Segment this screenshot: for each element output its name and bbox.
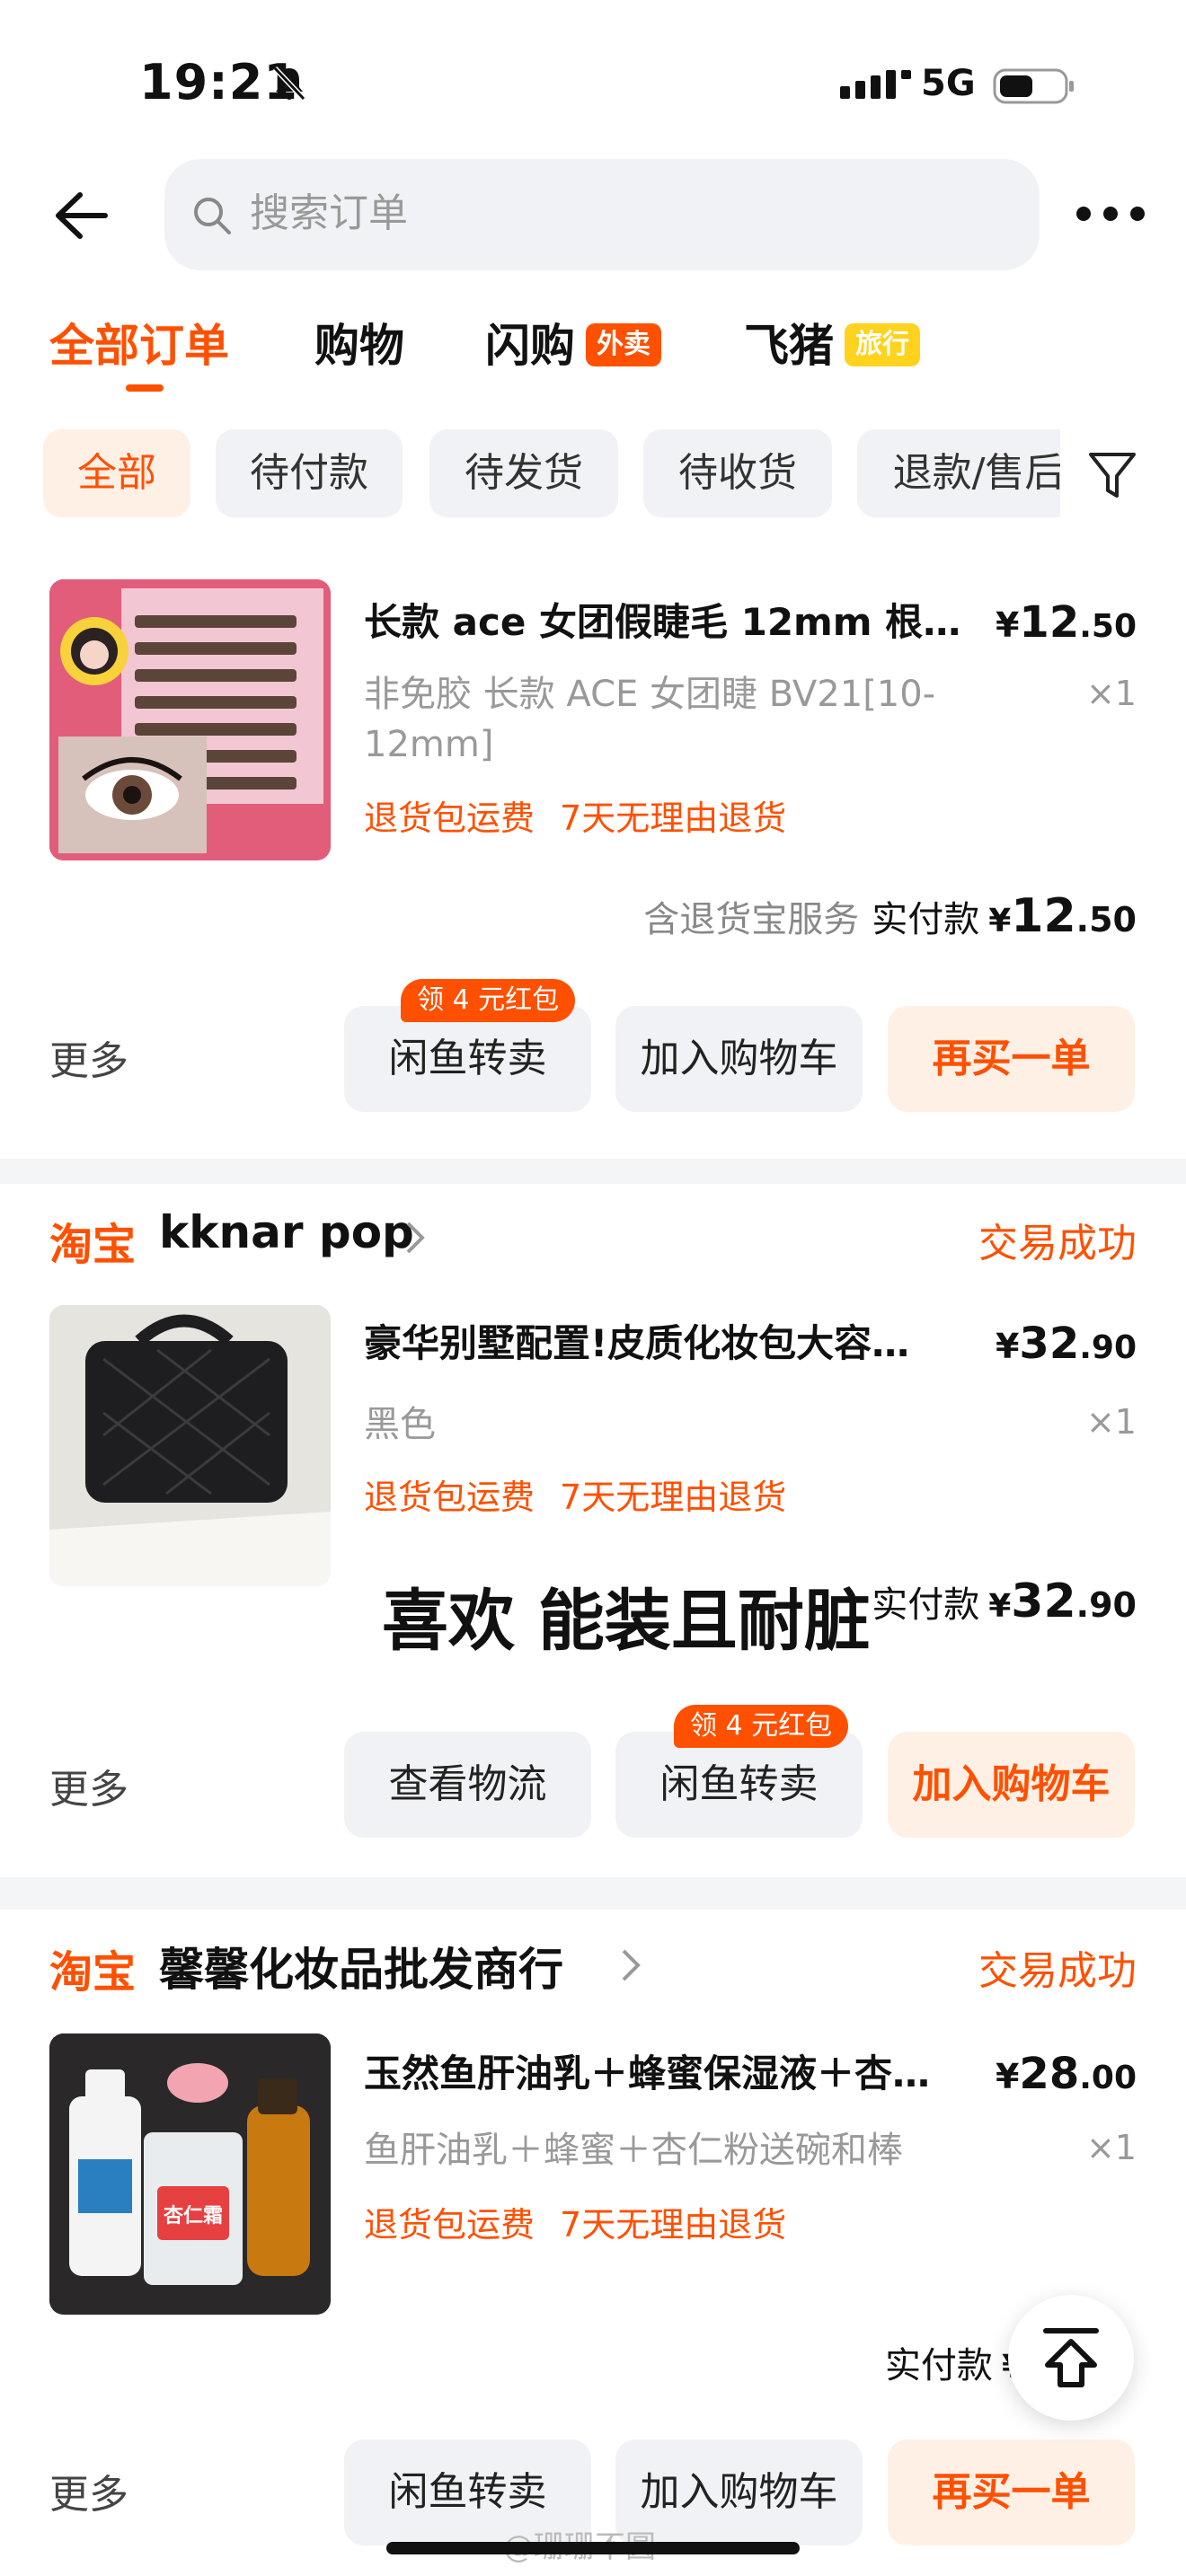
product-price: ¥12.50 bbox=[995, 597, 1137, 648]
network-type: 5G bbox=[921, 63, 976, 104]
buy-again-button[interactable]: 再买一单 bbox=[888, 1006, 1135, 1112]
chevron-right-icon bbox=[622, 1949, 641, 1981]
promo-free-return-shipping: 退货包运费 bbox=[364, 798, 535, 838]
tab-flash-buy-badge: 外卖 bbox=[586, 323, 661, 366]
order-card: 淘宝 kknar pop 交易成功 豪华别墅配置!皮质化妆包大容… ¥32.90… bbox=[0, 1184, 1186, 1877]
product-title[interactable]: 长款 ace 女团假睫毛 12mm 根根… bbox=[364, 597, 993, 648]
order-status: 交易成功 bbox=[978, 1221, 1137, 1266]
filter-all[interactable]: 全部 bbox=[43, 429, 190, 517]
promo-tags: 退货包运费 7天无理由退货 bbox=[364, 790, 786, 840]
order-card: 长款 ace 女团假睫毛 12mm 根根… ¥12.50 非免胶 长款 ACE … bbox=[0, 530, 1186, 1159]
more-link[interactable]: 更多 bbox=[49, 1028, 128, 1086]
more-link[interactable]: 更多 bbox=[49, 1757, 128, 1814]
filter-funnel-icon[interactable] bbox=[1087, 449, 1137, 503]
buy-again-button[interactable]: 再买一单 bbox=[888, 2439, 1135, 2545]
product-price: ¥28.00 bbox=[995, 2049, 1137, 2099]
search-placeholder: 搜索订单 bbox=[250, 190, 408, 236]
product-quantity: ×1 bbox=[1085, 674, 1137, 713]
promo-7day-return: 7天无理由退货 bbox=[560, 798, 787, 838]
back-arrow-icon[interactable] bbox=[49, 184, 112, 247]
paid-amount: 含退货宝服务 实付款 ¥12.50 bbox=[643, 889, 1137, 943]
tab-fliggy[interactable]: 飞猪 bbox=[744, 314, 834, 377]
paid-amount: 实付款 ¥32.90 bbox=[872, 1575, 1137, 1628]
add-to-cart-button[interactable]: 加入购物车 bbox=[615, 1006, 863, 1112]
promo-tags: 退货包运费 7天无理由退货 bbox=[364, 2197, 786, 2246]
filter-pending-shipment[interactable]: 待发货 bbox=[429, 429, 618, 517]
promo-free-return-shipping: 退货包运费 bbox=[364, 1478, 535, 1517]
tab-shopping[interactable]: 购物 bbox=[314, 314, 404, 377]
eyelash-product-image bbox=[49, 579, 331, 860]
taobao-logo: 淘宝 bbox=[49, 1220, 137, 1270]
tab-flash-buy[interactable]: 闪购 bbox=[485, 314, 575, 377]
promo-tags: 退货包运费 7天无理由退货 bbox=[364, 1469, 786, 1519]
bell-muted-icon bbox=[272, 66, 306, 101]
product-price: ¥32.90 bbox=[995, 1319, 1137, 1369]
filter-pending-receipt[interactable]: 待收货 bbox=[643, 429, 832, 517]
back-to-top-button[interactable] bbox=[1008, 2295, 1134, 2421]
more-options-icon[interactable] bbox=[1075, 202, 1146, 225]
signal-icon bbox=[840, 70, 911, 99]
shop-name[interactable]: 馨馨化妆品批发商行 bbox=[159, 1934, 563, 1998]
home-indicator bbox=[386, 2542, 800, 2554]
more-link[interactable]: 更多 bbox=[49, 2462, 128, 2519]
shop-name[interactable]: kknar pop bbox=[159, 1206, 414, 1258]
promo-7day-return: 7天无理由退货 bbox=[560, 2205, 787, 2245]
product-image[interactable] bbox=[49, 579, 331, 860]
product-title[interactable]: 玉然鱼肝油乳＋蜂蜜保湿液＋杏… bbox=[364, 2049, 993, 2099]
overlay-comment: 喜欢 能装且耐脏 bbox=[382, 1583, 871, 1660]
battery-icon bbox=[993, 68, 1074, 104]
back-to-top-icon bbox=[1043, 2328, 1099, 2387]
taobao-logo: 淘宝 bbox=[49, 1947, 137, 1998]
search-icon bbox=[194, 198, 231, 234]
product-spec: 黑色 bbox=[364, 1404, 436, 1445]
product-title[interactable]: 豪华别墅配置!皮质化妆包大容… bbox=[364, 1319, 993, 1369]
coupon-badge: 领 4 元红包 bbox=[674, 1705, 849, 1748]
paid-amount: 实付款¥ bbox=[884, 2345, 1024, 2386]
product-image[interactable]: 杏仁霜 bbox=[49, 2033, 331, 2315]
product-quantity: ×1 bbox=[1085, 1402, 1137, 1442]
product-quantity: ×1 bbox=[1085, 2128, 1137, 2167]
view-logistics-button[interactable]: 查看物流 bbox=[344, 1732, 591, 1838]
product-spec: 鱼肝油乳＋蜂蜜＋杏仁粉送碗和棒 bbox=[364, 2130, 903, 2171]
order-status: 交易成功 bbox=[978, 1948, 1137, 1994]
tab-all-orders[interactable]: 全部订单 bbox=[49, 314, 229, 377]
add-to-cart-button[interactable]: 加入购物车 bbox=[888, 1732, 1135, 1838]
product-label-text: 杏仁霜 bbox=[164, 2204, 223, 2228]
product-image[interactable] bbox=[49, 1305, 331, 1586]
product-spec: 非免胶 长款 ACE 女团睫 BV21[10-12mm] bbox=[364, 674, 936, 765]
cosmetic-bag-product-image bbox=[49, 1305, 331, 1586]
cosmetics-bundle-product-image: 杏仁霜 bbox=[49, 2033, 331, 2315]
coupon-badge: 领 4 元红包 bbox=[401, 979, 576, 1022]
promo-free-return-shipping: 退货包运费 bbox=[364, 2205, 535, 2245]
filter-pending-payment[interactable]: 待付款 bbox=[216, 429, 403, 517]
order-card: 淘宝 馨馨化妆品批发商行 交易成功 杏仁霜 玉然鱼肝油乳＋蜂蜜保湿液＋杏… ¥2… bbox=[0, 1910, 1186, 2576]
tab-active-indicator bbox=[126, 384, 164, 392]
chevron-right-icon bbox=[406, 1222, 425, 1254]
tab-fliggy-badge: 旅行 bbox=[845, 323, 920, 366]
top-header: 19:21 5G 搜索订单 全部订单 购物 闪购 外卖 飞猪 旅行 全部 待付款… bbox=[0, 0, 1186, 530]
promo-7day-return: 7天无理由退货 bbox=[560, 1478, 787, 1517]
